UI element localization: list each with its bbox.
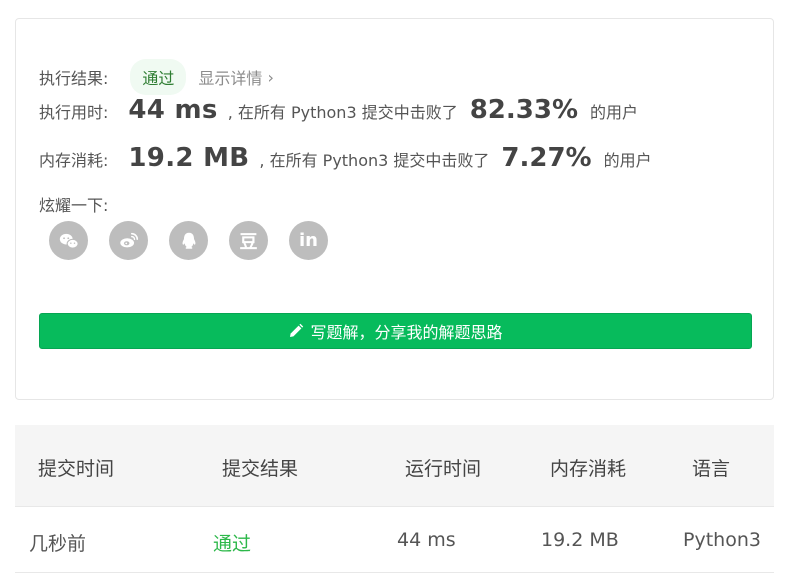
share-icons: 豆 in bbox=[49, 221, 328, 260]
show-details-link[interactable]: 显示详情 › bbox=[198, 65, 273, 89]
share-label: 炫耀一下: bbox=[39, 196, 109, 215]
memory-label: 内存消耗: bbox=[39, 151, 109, 170]
runtime-value: 44 ms bbox=[128, 95, 218, 125]
wechat-icon[interactable] bbox=[49, 221, 88, 260]
memory-text: , 在所有 Python3 提交中击败了 bbox=[259, 151, 490, 170]
cell-submit-result[interactable]: 通过 bbox=[213, 529, 251, 556]
runtime-percent: 82.33% bbox=[469, 95, 579, 125]
memory-tail: 的用户 bbox=[603, 151, 652, 170]
memory-row: 内存消耗: 19.2 MB , 在所有 Python3 提交中击败了 7.27%… bbox=[39, 143, 652, 173]
cell-submit-time: 几秒前 bbox=[29, 533, 87, 555]
write-solution-label: 写题解，分享我的解题思路 bbox=[310, 323, 503, 342]
header-submit-result: 提交结果 bbox=[222, 458, 299, 480]
status-badge: 通过 bbox=[130, 59, 187, 95]
runtime-row: 执行用时: 44 ms , 在所有 Python3 提交中击败了 82.33% … bbox=[39, 95, 638, 125]
runtime-label: 执行用时: bbox=[39, 103, 109, 122]
cell-runtime: 44 ms bbox=[397, 529, 456, 551]
qq-icon[interactable] bbox=[169, 221, 208, 260]
header-submit-time: 提交时间 bbox=[38, 458, 115, 480]
chevron-right-icon: › bbox=[267, 67, 274, 87]
table-row[interactable]: 几秒前 通过 44 ms 19.2 MB Python3 bbox=[15, 507, 774, 573]
memory-percent: 7.27% bbox=[501, 143, 592, 173]
weibo-icon[interactable] bbox=[109, 221, 148, 260]
linkedin-icon[interactable]: in bbox=[289, 221, 328, 260]
memory-value: 19.2 MB bbox=[128, 143, 250, 173]
header-runtime: 运行时间 bbox=[405, 458, 482, 480]
header-memory: 内存消耗 bbox=[550, 458, 627, 480]
runtime-text: , 在所有 Python3 提交中击败了 bbox=[227, 103, 458, 122]
table-header: 提交时间 提交结果 运行时间 内存消耗 语言 bbox=[15, 425, 774, 507]
header-language: 语言 bbox=[692, 458, 731, 480]
show-details-label: 显示详情 bbox=[198, 69, 263, 88]
write-solution-button[interactable]: 写题解，分享我的解题思路 bbox=[39, 313, 752, 349]
cell-memory: 19.2 MB bbox=[541, 529, 619, 551]
result-card: 执行结果: 通过 显示详情 › 执行用时: 44 ms , 在所有 Python… bbox=[15, 18, 774, 400]
result-label: 执行结果: bbox=[39, 69, 109, 88]
runtime-tail: 的用户 bbox=[590, 103, 639, 122]
cell-language: Python3 bbox=[683, 529, 761, 551]
pencil-icon bbox=[290, 323, 304, 337]
submissions-table: 提交时间 提交结果 运行时间 内存消耗 语言 几秒前 通过 44 ms 19.2… bbox=[15, 425, 774, 573]
douban-icon[interactable]: 豆 bbox=[229, 221, 268, 260]
result-row: 执行结果: 通过 显示详情 › bbox=[39, 59, 274, 95]
